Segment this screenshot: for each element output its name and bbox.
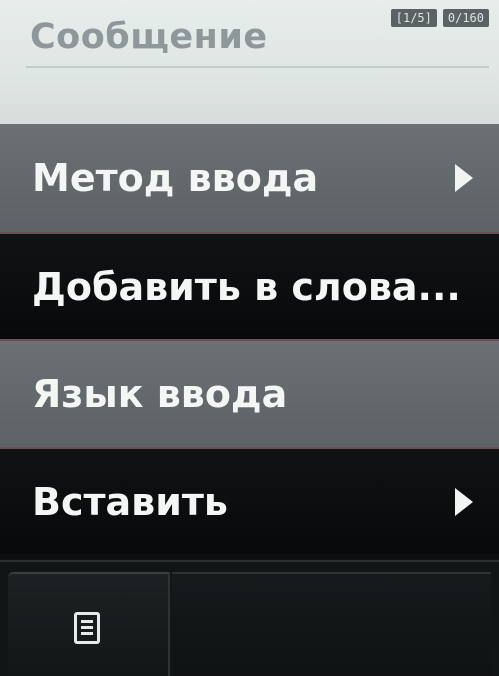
context-menu: Метод ввода Добавить в слова... Язык вво…	[0, 124, 499, 554]
right-softkey-area[interactable]	[172, 572, 491, 676]
page-indicator: [1/5]	[390, 9, 437, 27]
screen: Сообщение [1/5] 0/160 Метод ввода Добави…	[0, 0, 499, 676]
options-softkey[interactable]	[8, 572, 170, 676]
message-composer[interactable]: Сообщение [1/5] 0/160	[0, 0, 499, 124]
submenu-arrow-icon	[455, 487, 473, 516]
menu-list-icon	[74, 612, 100, 644]
menu-item-add-to-dictionary[interactable]: Добавить в слова...	[0, 232, 499, 339]
menu-item-input-language[interactable]: Язык ввода	[0, 339, 499, 447]
menu-item-input-method[interactable]: Метод ввода	[0, 124, 499, 232]
menu-item-label: Метод ввода	[32, 156, 319, 200]
menu-item-label: Вставить	[32, 479, 228, 524]
text-field-underline	[26, 66, 489, 68]
softkey-bar	[0, 560, 499, 676]
menu-item-label: Язык ввода	[32, 372, 288, 416]
menu-item-insert[interactable]: Вставить	[0, 447, 499, 554]
submenu-arrow-icon	[455, 164, 473, 192]
char-counter: 0/160	[442, 9, 489, 27]
message-counter: [1/5] 0/160	[390, 8, 489, 28]
menu-item-label: Добавить в слова...	[32, 264, 461, 309]
message-title: Сообщение	[30, 17, 268, 57]
